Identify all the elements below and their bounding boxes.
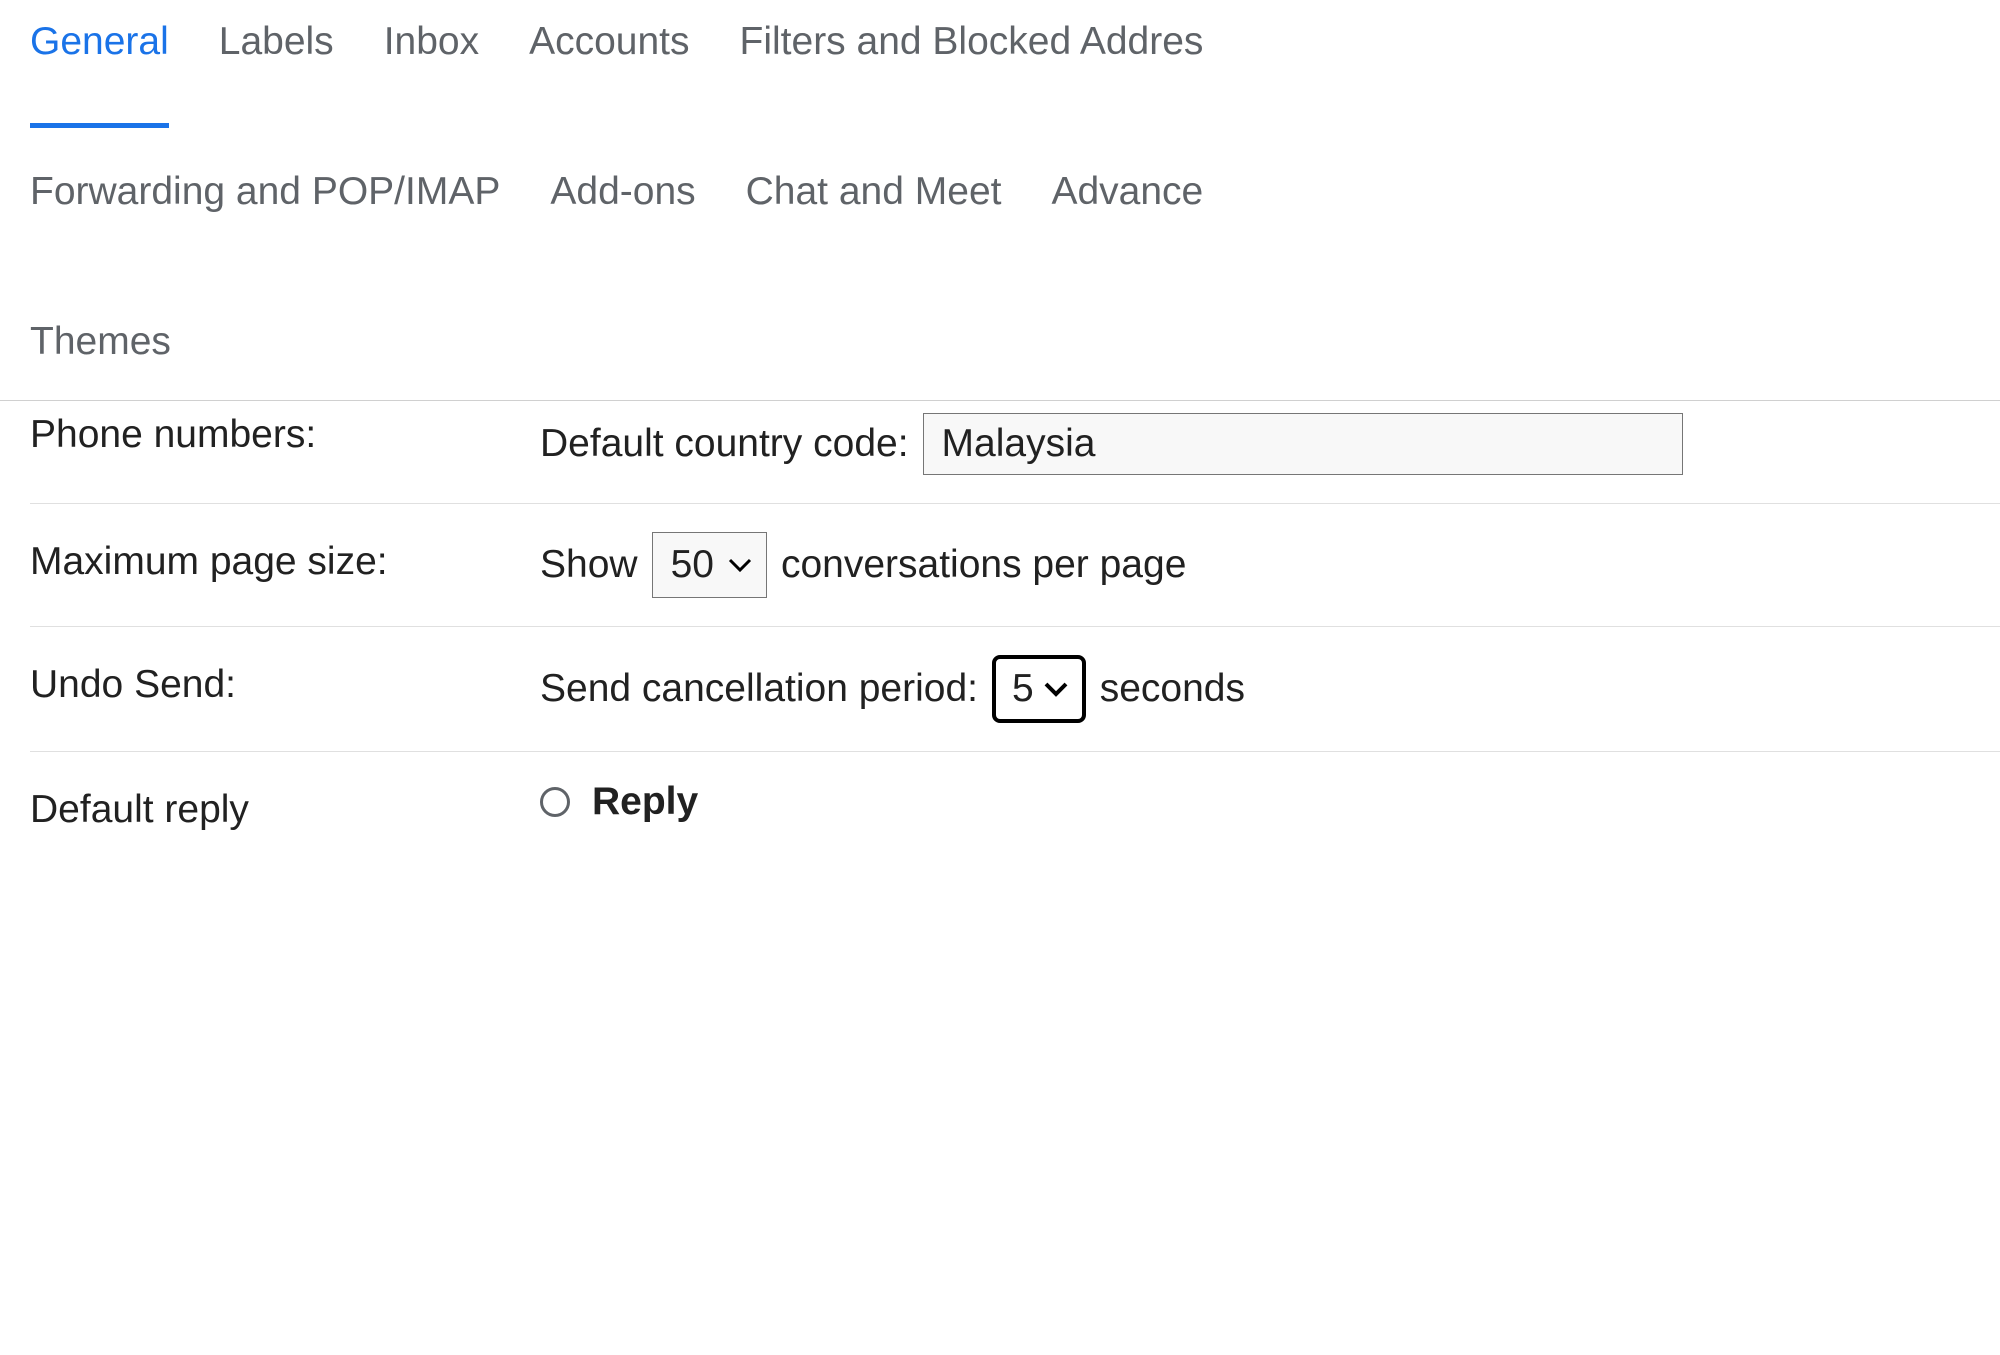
- setting-phone-numbers: Phone numbers: Default country code: Mal…: [30, 401, 2000, 504]
- default-reply-label: Default reply: [30, 780, 540, 837]
- chevron-down-icon: [1044, 681, 1068, 697]
- phone-numbers-label: Phone numbers:: [30, 405, 540, 462]
- tabs-row-2: Forwarding and POP/IMAP Add-ons Chat and…: [30, 170, 2000, 250]
- reply-radio-label: Reply: [592, 780, 698, 824]
- tab-filters[interactable]: Filters and Blocked Addres: [740, 20, 1204, 70]
- page-size-label: Maximum page size:: [30, 532, 540, 589]
- page-size-text-after: conversations per page: [781, 543, 1186, 587]
- tab-general[interactable]: General: [30, 20, 169, 128]
- tabs-row-3: Themes: [30, 320, 2000, 400]
- default-reply-value: Reply: [540, 780, 2000, 824]
- undo-send-label: Undo Send:: [30, 655, 540, 712]
- tab-advanced[interactable]: Advance: [1051, 170, 1203, 220]
- chevron-down-icon: [728, 557, 752, 573]
- reply-option-row: Reply: [540, 780, 698, 824]
- page-size-text-before: Show: [540, 543, 638, 587]
- tab-labels[interactable]: Labels: [219, 20, 334, 70]
- setting-undo-send: Undo Send: Send cancellation period: 5 s…: [30, 627, 2000, 752]
- country-code-select[interactable]: Malaysia: [923, 413, 1683, 475]
- page-size-select[interactable]: 50: [652, 532, 767, 598]
- settings-body: Phone numbers: Default country code: Mal…: [0, 401, 2000, 865]
- setting-default-reply: Default reply Reply: [30, 752, 2000, 865]
- tab-addons[interactable]: Add-ons: [550, 170, 695, 220]
- undo-send-select[interactable]: 5: [992, 655, 1086, 723]
- page-size-value: Show 50 conversations per page: [540, 532, 2000, 598]
- undo-send-text-before: Send cancellation period:: [540, 667, 978, 711]
- tab-accounts[interactable]: Accounts: [529, 20, 689, 70]
- country-code-value: Malaysia: [942, 422, 1096, 466]
- default-country-code-label: Default country code:: [540, 422, 909, 466]
- undo-send-selected: 5: [1012, 667, 1034, 711]
- page-size-selected: 50: [671, 543, 714, 587]
- undo-send-value: Send cancellation period: 5 seconds: [540, 655, 2000, 723]
- tab-inbox[interactable]: Inbox: [384, 20, 479, 70]
- tab-themes[interactable]: Themes: [30, 320, 171, 370]
- tab-chat-meet[interactable]: Chat and Meet: [746, 170, 1002, 220]
- reply-radio[interactable]: [540, 787, 570, 817]
- tabs-row-1: General Labels Inbox Accounts Filters an…: [30, 20, 2000, 100]
- undo-send-text-after: seconds: [1100, 667, 1245, 711]
- setting-page-size: Maximum page size: Show 50 conversations…: [30, 504, 2000, 627]
- tab-forwarding[interactable]: Forwarding and POP/IMAP: [30, 170, 500, 220]
- settings-tabs: General Labels Inbox Accounts Filters an…: [0, 0, 2000, 401]
- phone-numbers-value: Default country code: Malaysia: [540, 413, 2000, 475]
